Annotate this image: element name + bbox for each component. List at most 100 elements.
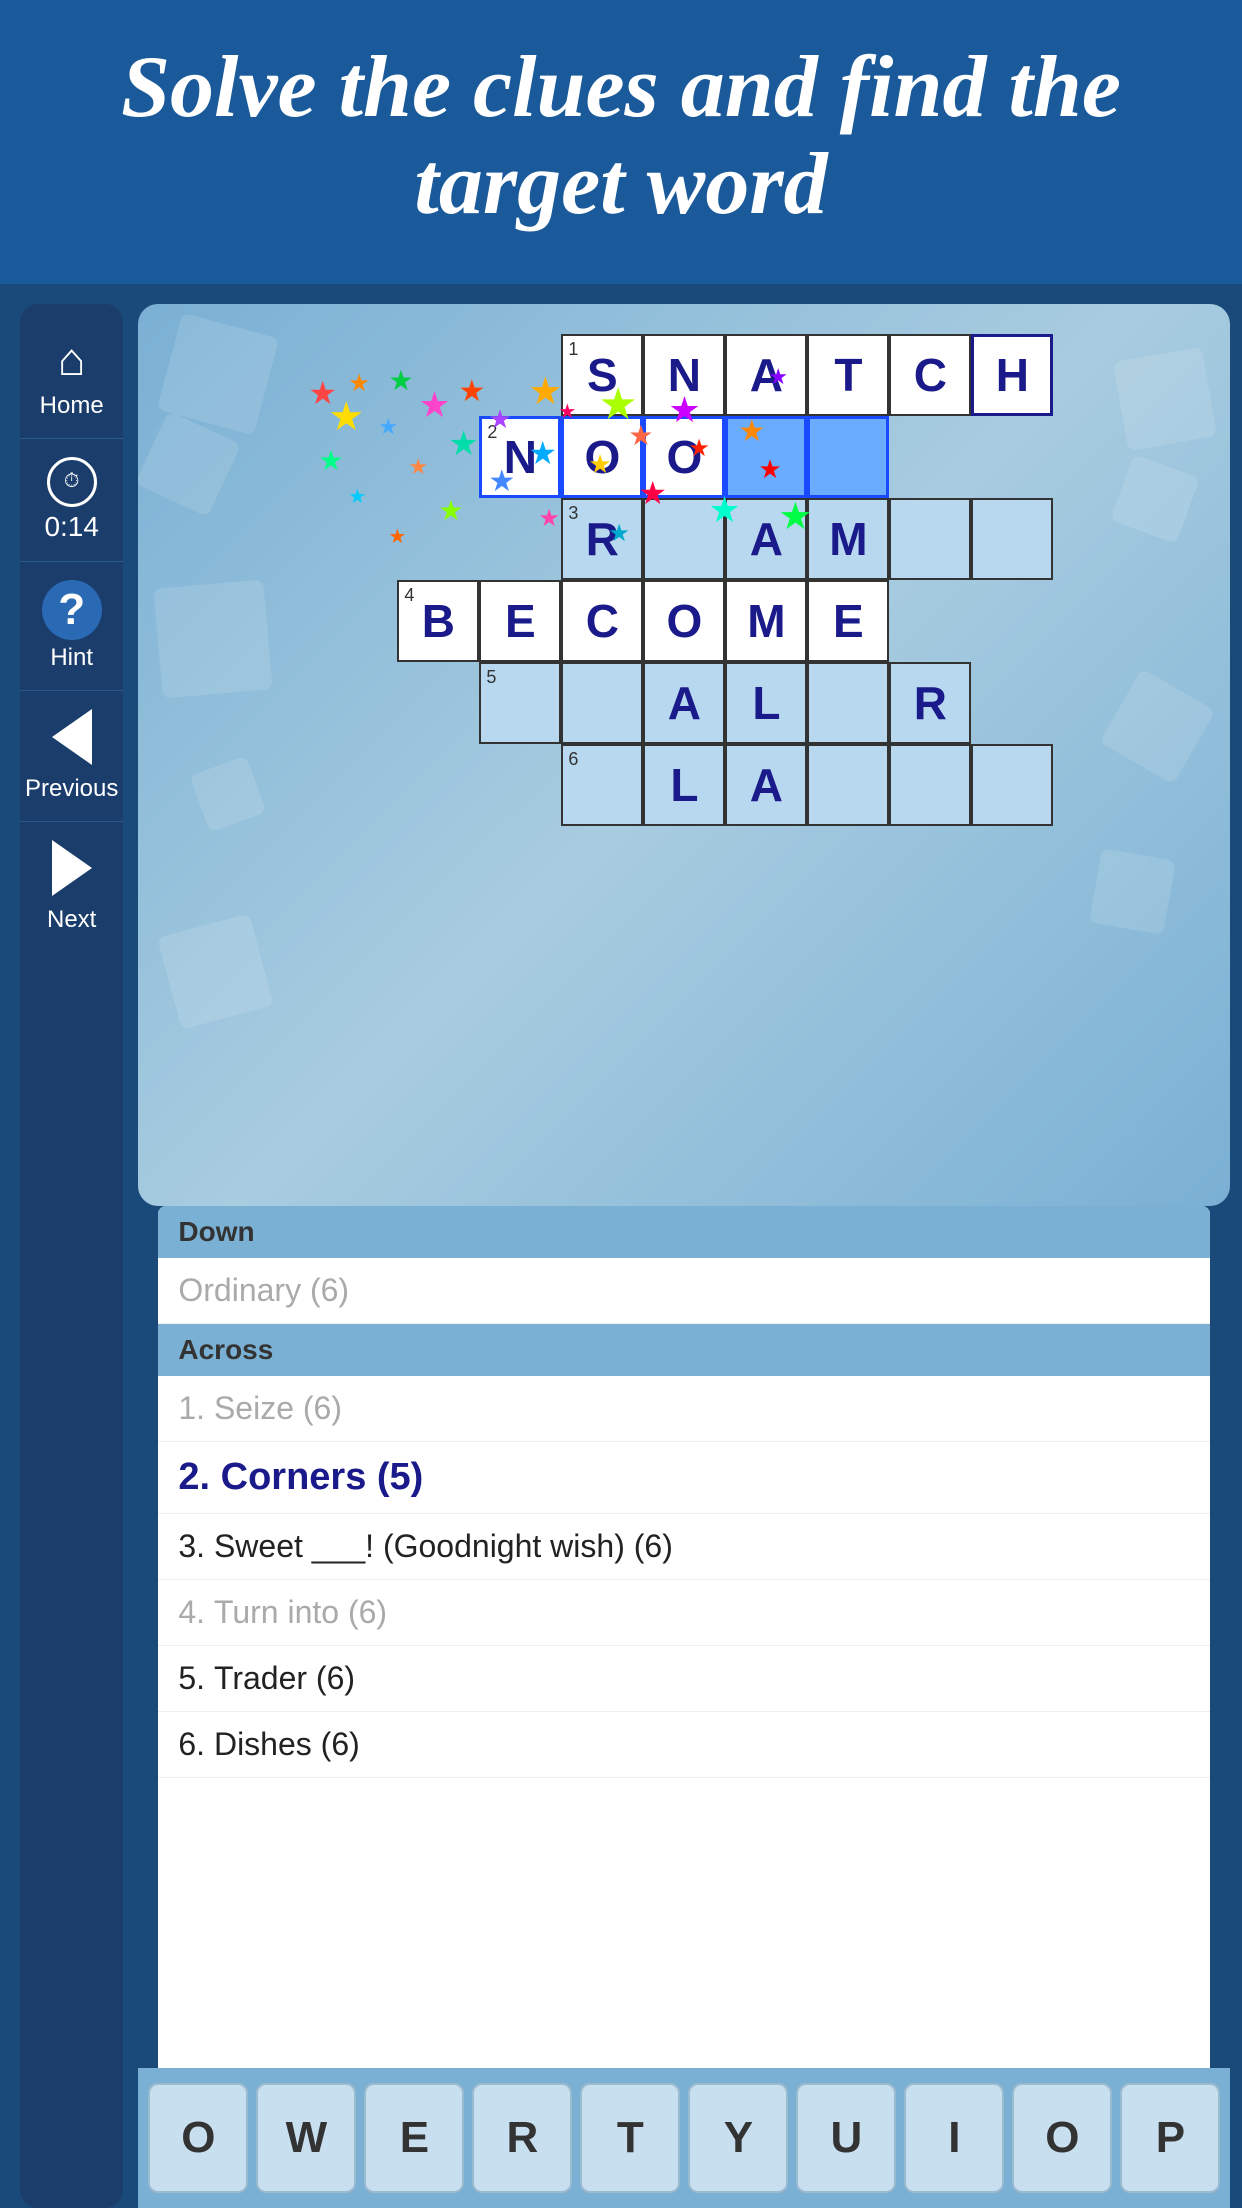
keyboard: O W E R T Y U I O P (138, 2068, 1230, 2208)
cell-r1-c4[interactable]: 1S (561, 334, 643, 416)
grid-row-4: 4B E C O M E (315, 580, 1053, 662)
previous-icon (52, 709, 92, 765)
cell-r5-c8[interactable]: R (889, 662, 971, 744)
hint-label: Hint (50, 644, 93, 672)
cell-r3-c4[interactable]: 3R (561, 498, 643, 580)
key-e[interactable]: E (364, 2083, 464, 2193)
cell-r6-c9[interactable] (971, 744, 1053, 826)
bg-deco-7 (190, 755, 267, 832)
across-clue-5-text: 5. Trader (6) (178, 1660, 355, 1696)
cell-r3-c7[interactable]: M (807, 498, 889, 580)
cell-r2-c9 (971, 416, 1053, 498)
cell-r2-c2 (397, 416, 479, 498)
key-o2[interactable]: O (1012, 2083, 1112, 2193)
cell-r2-c6[interactable] (725, 416, 807, 498)
game-container: ⌂ Home ⏱ 0:14 ? Hint Previous Next (0, 284, 1242, 2208)
cell-r3-c9[interactable] (971, 498, 1053, 580)
cell-r3-c1 (315, 498, 397, 580)
cell-r1-c8[interactable]: C (889, 334, 971, 416)
cell-r3-c2 (397, 498, 479, 580)
cell-r6-c5[interactable]: L (643, 744, 725, 826)
cell-r1-c2 (397, 334, 479, 416)
grid-row-3: 3R A M (315, 498, 1053, 580)
cell-r4-c2[interactable]: 4B (397, 580, 479, 662)
bg-deco-6 (1100, 668, 1216, 784)
cell-r3-c6[interactable]: A (725, 498, 807, 580)
timer-icon: ⏱ (64, 470, 80, 493)
cell-r5-c3[interactable]: 5 (479, 662, 561, 744)
cell-r1-c5[interactable]: N (643, 334, 725, 416)
cell-r2-c3[interactable]: 2N (479, 416, 561, 498)
key-y[interactable]: Y (688, 2083, 788, 2193)
cell-r6-c2 (397, 744, 479, 826)
cell-r6-c8[interactable] (889, 744, 971, 826)
key-w[interactable]: W (256, 2083, 356, 2193)
down-clue-1[interactable]: Ordinary (6) (158, 1258, 1210, 1324)
cell-r6-c1 (315, 744, 397, 826)
across-clue-3-text: 3. Sweet ___! (Goodnight wish) (6) (178, 1528, 672, 1564)
cell-r6-c4[interactable]: 6 (561, 744, 643, 826)
cell-r2-c5[interactable]: O (643, 416, 725, 498)
sidebar-item-hint[interactable]: ? Hint (20, 562, 123, 691)
cell-r6-c7[interactable] (807, 744, 889, 826)
timer-value: 0:14 (44, 511, 99, 543)
cell-r4-c6[interactable]: M (725, 580, 807, 662)
bg-deco-5 (154, 579, 273, 698)
key-t[interactable]: T (580, 2083, 680, 2193)
across-clue-2[interactable]: 2. Corners (5) (158, 1442, 1210, 1514)
grid-row-5: 5 A L R (315, 662, 1053, 744)
down-clue-1-text: Ordinary (6) (178, 1272, 349, 1308)
bg-deco-8 (1089, 848, 1176, 935)
cell-r1-c6[interactable]: A (725, 334, 807, 416)
across-clue-4[interactable]: 4. Turn into (6) (158, 1580, 1210, 1646)
cell-r4-c1 (315, 580, 397, 662)
cell-r2-c1 (315, 416, 397, 498)
sidebar-item-home[interactable]: ⌂ Home (20, 314, 123, 439)
across-clue-6[interactable]: 6. Dishes (6) (158, 1712, 1210, 1778)
cell-r4-c5[interactable]: O (643, 580, 725, 662)
bg-deco-3 (1113, 346, 1217, 450)
sidebar: ⌂ Home ⏱ 0:14 ? Hint Previous Next (20, 304, 123, 2208)
cell-r6-c6[interactable]: A (725, 744, 807, 826)
cell-r2-c4[interactable]: O (561, 416, 643, 498)
cell-r3-c8[interactable] (889, 498, 971, 580)
across-clue-3[interactable]: 3. Sweet ___! (Goodnight wish) (6) (158, 1514, 1210, 1580)
cell-r5-c1 (315, 662, 397, 744)
cell-r3-c3 (479, 498, 561, 580)
across-clue-1[interactable]: 1. Seize (6) (158, 1376, 1210, 1442)
cell-r4-c9 (971, 580, 1053, 662)
cell-r5-c2 (397, 662, 479, 744)
hint-button-icon: ? (42, 580, 102, 640)
key-r[interactable]: R (472, 2083, 572, 2193)
cell-r4-c8 (889, 580, 971, 662)
previous-label: Previous (25, 775, 118, 803)
cell-r1-c7[interactable]: T (807, 334, 889, 416)
down-header: Down (158, 1206, 1210, 1258)
sidebar-timer: ⏱ 0:14 (20, 439, 123, 562)
cell-r5-c4[interactable] (561, 662, 643, 744)
cell-r4-c4[interactable]: C (561, 580, 643, 662)
cell-r5-c6[interactable]: L (725, 662, 807, 744)
across-header: Across (158, 1324, 1210, 1376)
cell-r5-c7[interactable] (807, 662, 889, 744)
cell-r4-c3[interactable]: E (479, 580, 561, 662)
cell-r2-c7[interactable] (807, 416, 889, 498)
cell-r4-c7[interactable]: E (807, 580, 889, 662)
sidebar-item-previous[interactable]: Previous (20, 691, 123, 822)
key-o[interactable]: O (148, 2083, 248, 2193)
cell-r1-c1 (315, 334, 397, 416)
grid-row-2: 2N O O (315, 416, 1053, 498)
across-clue-5[interactable]: 5. Trader (6) (158, 1646, 1210, 1712)
home-icon: ⌂ (58, 332, 86, 386)
across-clue-6-text: 6. Dishes (6) (178, 1726, 359, 1762)
key-u[interactable]: U (796, 2083, 896, 2193)
crossword-panel: ★ ★ ★ ★ ★ ★ ★ ★ ★ ★ ★ ★ ★ ★ ★ ★ ★ ★ ★ ★ (138, 304, 1230, 1206)
sidebar-item-next[interactable]: Next (20, 822, 123, 952)
cell-r5-c5[interactable]: A (643, 662, 725, 744)
key-p[interactable]: P (1120, 2083, 1220, 2193)
cell-r6-c3 (479, 744, 561, 826)
key-i[interactable]: I (904, 2083, 1004, 2193)
header-title: Solve the clues and find the target word (60, 40, 1182, 234)
cell-r1-c9[interactable]: H (971, 334, 1053, 416)
cell-r3-c5[interactable] (643, 498, 725, 580)
